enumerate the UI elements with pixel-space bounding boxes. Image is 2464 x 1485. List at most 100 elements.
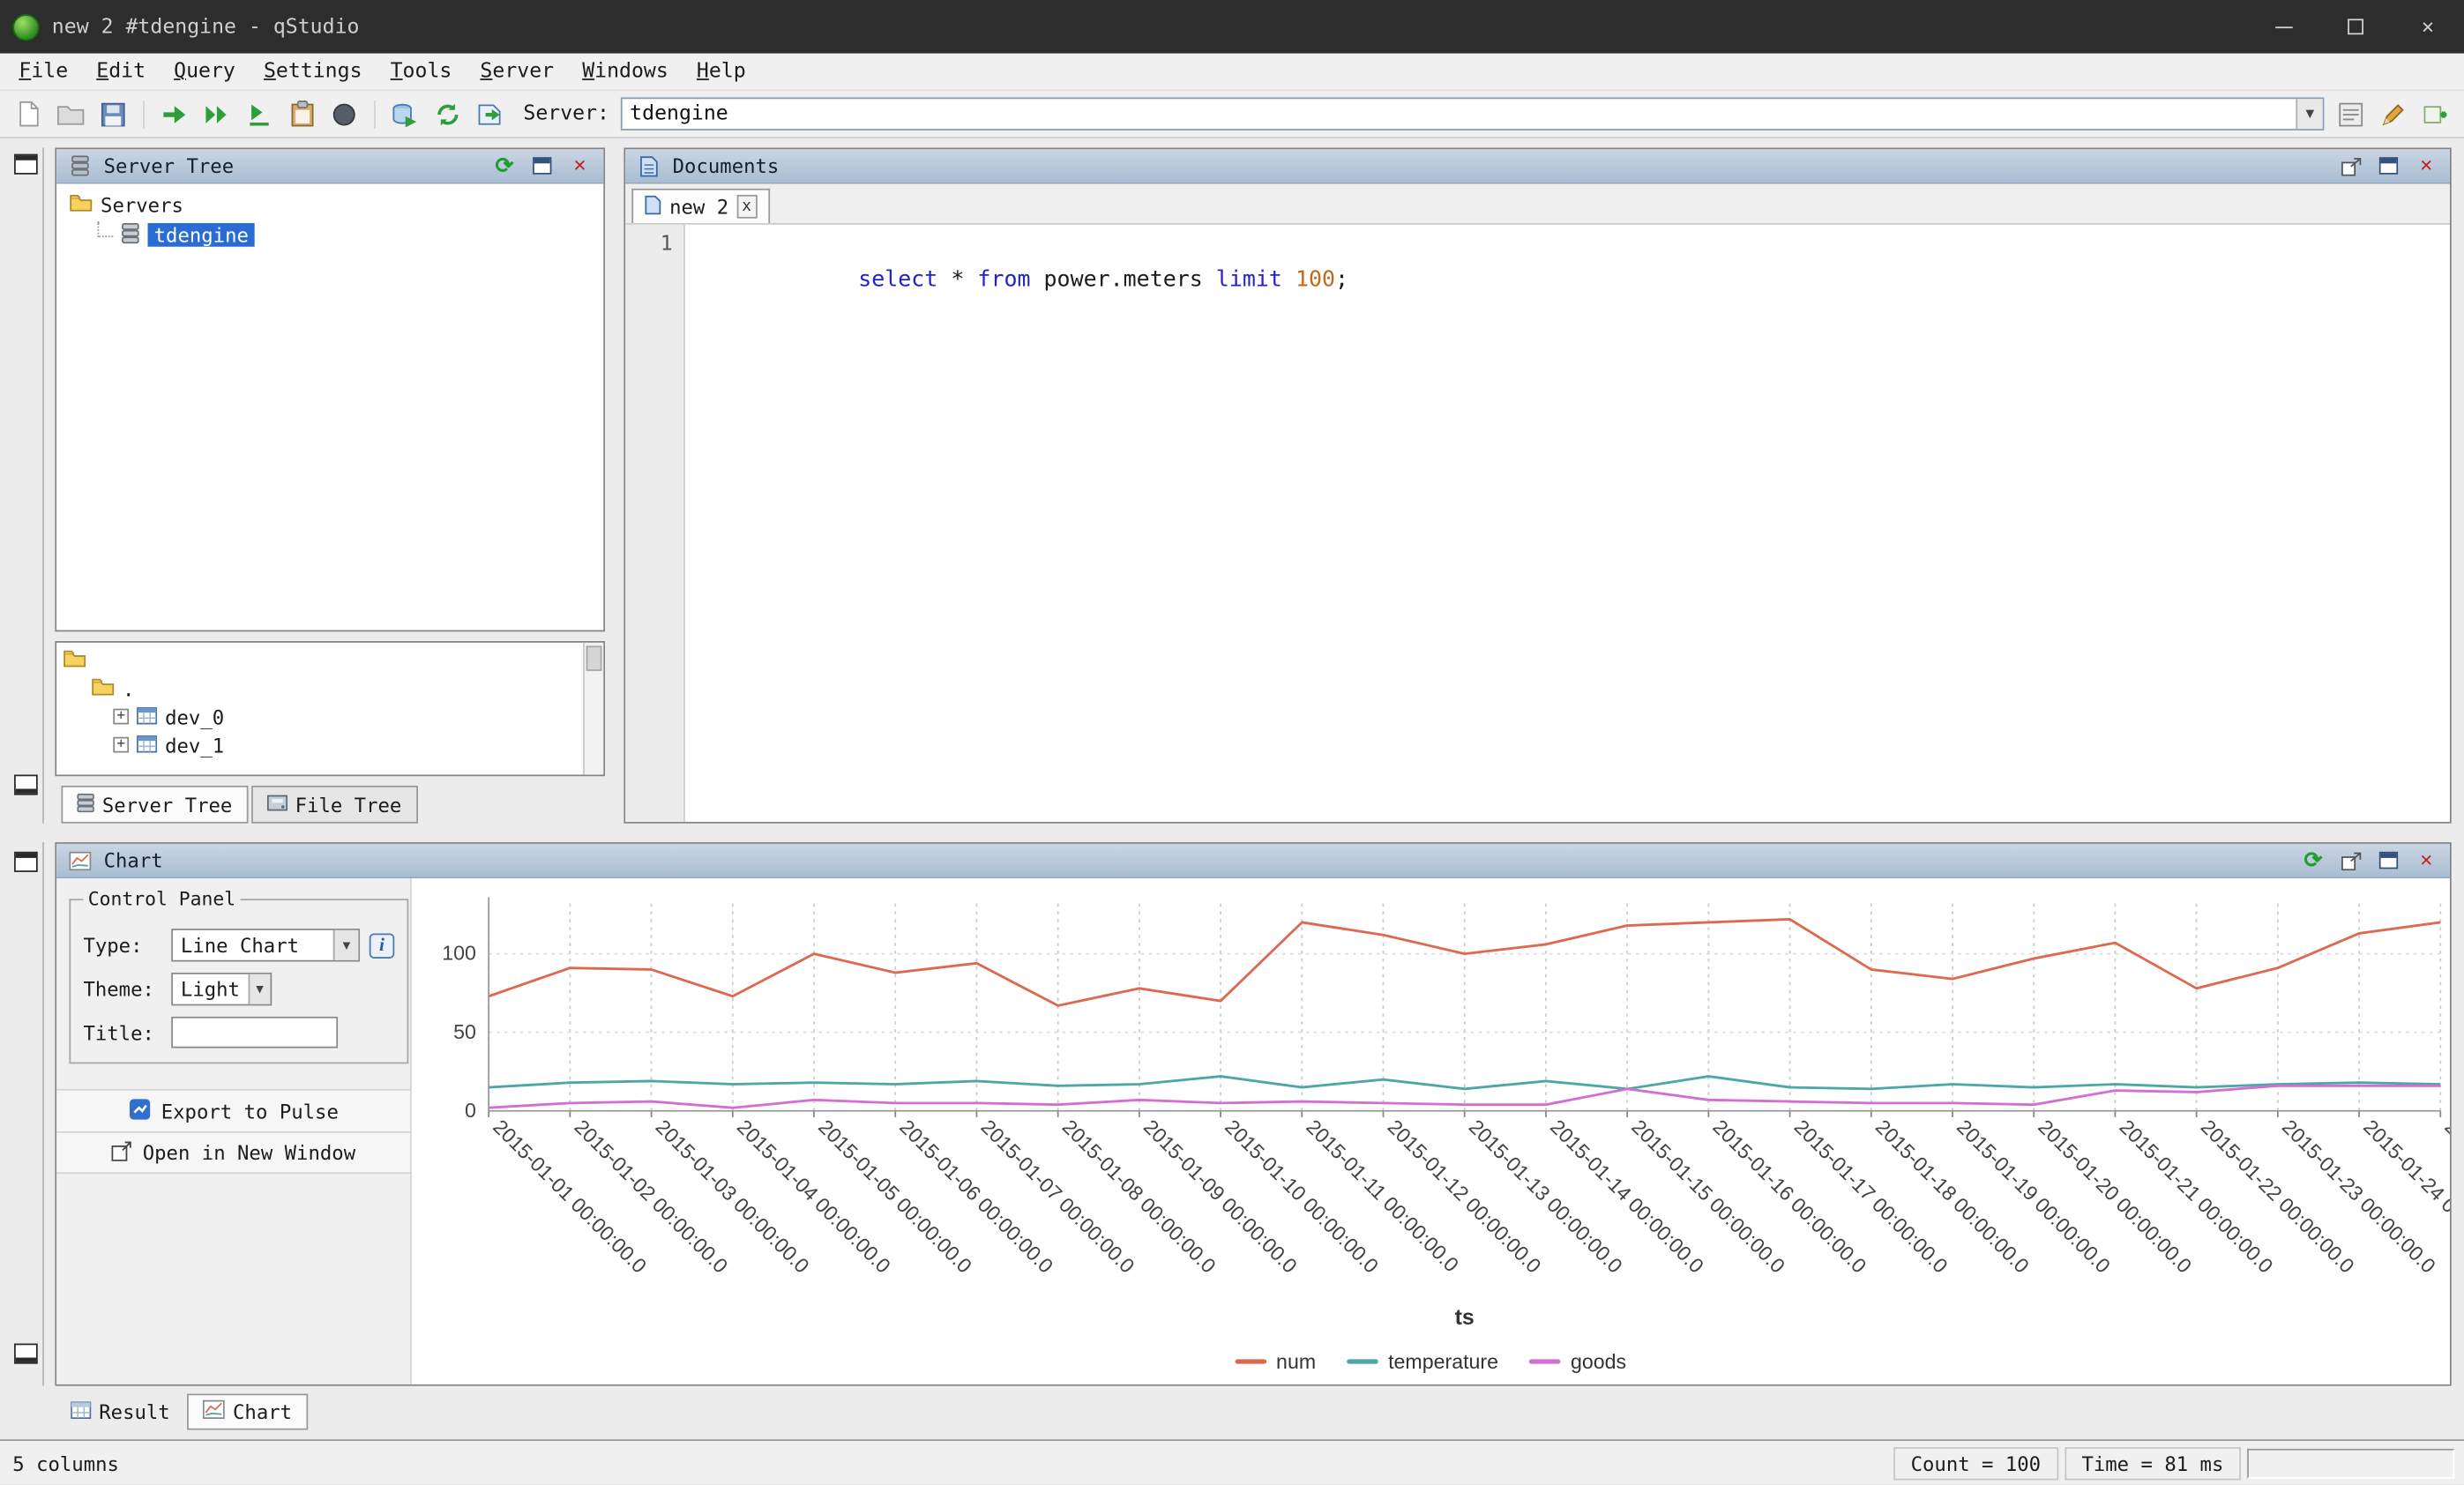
scrollbar[interactable] <box>583 643 603 775</box>
server-combo[interactable]: ▼ <box>620 97 2324 130</box>
chart-title-label: Title: <box>83 1020 161 1044</box>
menu-settings[interactable]: Settings <box>251 56 375 86</box>
menu-windows[interactable]: Windows <box>570 56 681 86</box>
control-panel-legend: Control Panel <box>83 888 240 910</box>
chart-svg[interactable]: 2015-01-01 00:00:00.02015-01-02 00:00:00… <box>416 884 2450 1343</box>
documents-header: Documents ✕ <box>625 149 2450 183</box>
legend-item-temperature[interactable]: temperature <box>1348 1349 1498 1373</box>
file-tree-tab-icon <box>267 793 287 817</box>
menu-server[interactable]: Server <box>467 56 566 86</box>
dock-window-icon[interactable] <box>14 852 38 872</box>
popout-icon[interactable] <box>2337 847 2365 873</box>
legend-swatch <box>1530 1358 1562 1362</box>
svg-text:2015-01-15 00:00:00.0: 2015-01-15 00:00:00.0 <box>1627 1116 1789 1278</box>
paste-icon[interactable] <box>286 98 317 130</box>
tab-server-tree[interactable]: Server Tree <box>61 786 248 824</box>
open-in-new-window-button[interactable]: Open in New Window <box>56 1131 410 1174</box>
dock-window-icon[interactable] <box>14 154 38 175</box>
chart-area: 2015-01-01 00:00:00.02015-01-02 00:00:00… <box>412 878 2450 1384</box>
legend-item-num[interactable]: num <box>1236 1349 1316 1373</box>
file-tree-root-row[interactable] <box>63 645 603 674</box>
svg-text:2015-01-04 00:00:00.0: 2015-01-04 00:00:00.0 <box>733 1116 895 1278</box>
document-icon <box>645 194 662 220</box>
export-to-pulse-button[interactable]: Export to Pulse <box>56 1089 410 1131</box>
refresh-icon[interactable]: ⟳ <box>490 153 519 179</box>
chart-title-input[interactable] <box>171 1017 338 1048</box>
file-tree-row-dev0[interactable]: + dev_0 <box>63 703 603 731</box>
sql-line-tokens: select * from power.meters limit 100; <box>858 267 1348 293</box>
toolbar-separator <box>143 100 145 128</box>
expander-icon[interactable]: + <box>113 709 129 725</box>
menu-file[interactable]: File <box>6 56 80 86</box>
menu-edit[interactable]: Edit <box>84 56 158 86</box>
folder-icon <box>69 193 93 217</box>
chart-theme-select[interactable]: Light ▼ <box>171 973 272 1005</box>
minimize-icon <box>2274 26 2292 27</box>
send-to-server-icon[interactable] <box>474 98 506 130</box>
horizontal-splitter[interactable] <box>10 824 2452 842</box>
popout-icon[interactable] <box>2337 153 2365 179</box>
new-file-icon[interactable] <box>12 98 44 130</box>
status-time: Time = 81 ms <box>2065 1446 2241 1479</box>
file-tree-dot-row[interactable]: . <box>63 674 603 702</box>
edit-icon[interactable] <box>2378 98 2409 130</box>
chart-panel-icon <box>66 847 94 873</box>
menubar: File Edit Query Settings Tools Server Wi… <box>0 54 2464 92</box>
maximize-panel-icon[interactable] <box>2374 847 2402 873</box>
sql-notes-icon[interactable] <box>2335 98 2367 130</box>
close-panel-icon[interactable]: ✕ <box>2412 847 2440 873</box>
run-query-icon[interactable] <box>159 98 190 130</box>
menu-help[interactable]: Help <box>684 56 758 86</box>
server-combo-input[interactable] <box>622 99 2296 129</box>
vertical-splitter[interactable] <box>605 147 623 823</box>
chevron-down-icon: ▼ <box>248 974 271 1004</box>
file-tree-row-dev1[interactable]: + dev_1 <box>63 731 603 759</box>
selected-server-label[interactable]: tdengine <box>147 223 255 247</box>
legend-item-goods[interactable]: goods <box>1530 1349 1626 1373</box>
svg-text:100: 100 <box>442 942 476 965</box>
server-tree-panel: Server Tree ⟳ ✕ Servers <box>55 147 605 631</box>
pulse-icon <box>128 1098 150 1124</box>
dock-window-icon[interactable] <box>14 774 38 795</box>
refresh-icon[interactable]: ⟳ <box>2299 847 2327 873</box>
maximize-button[interactable] <box>2319 0 2392 54</box>
run-script-icon[interactable] <box>390 98 422 130</box>
left-dock-strip <box>10 147 44 823</box>
minimize-button[interactable] <box>2247 0 2319 54</box>
menu-tools[interactable]: Tools <box>377 56 464 86</box>
chart-type-select[interactable]: Line Chart ▼ <box>171 929 360 961</box>
maximize-panel-icon[interactable] <box>528 153 556 179</box>
server-icon <box>121 222 139 248</box>
close-button[interactable]: ✕ <box>2392 0 2464 54</box>
status-progress-area <box>2247 1448 2454 1478</box>
info-icon[interactable]: i <box>370 933 395 959</box>
open-file-icon[interactable] <box>55 98 86 130</box>
sql-editor[interactable]: 1 select * from power.meters limit 100; <box>625 225 2450 822</box>
tree-node-tdengine[interactable]: tdengine <box>60 220 601 250</box>
server-combo-arrow-icon[interactable]: ▼ <box>2296 99 2322 129</box>
close-panel-icon[interactable]: ✕ <box>2412 153 2440 179</box>
close-panel-icon[interactable]: ✕ <box>565 153 594 179</box>
refresh-server-icon[interactable] <box>432 98 464 130</box>
dock-window-icon[interactable] <box>14 1344 38 1364</box>
add-server-icon[interactable] <box>2420 98 2452 130</box>
tab-result[interactable]: Result <box>56 1394 184 1430</box>
tab-file-tree[interactable]: File Tree <box>251 786 417 824</box>
stop-icon[interactable] <box>328 98 360 130</box>
run-all-icon[interactable] <box>201 98 233 130</box>
maximize-panel-icon[interactable] <box>2374 153 2402 179</box>
menu-query[interactable]: Query <box>161 56 248 86</box>
run-line-icon[interactable] <box>243 98 275 130</box>
document-tab-new2[interactable]: new 2 x <box>631 189 769 223</box>
tab-chart[interactable]: Chart <box>187 1394 308 1430</box>
tab-close-icon[interactable]: x <box>736 195 757 219</box>
save-icon[interactable] <box>97 98 129 130</box>
left-dock-strip-bottom <box>10 842 44 1386</box>
scrollbar-thumb[interactable] <box>586 645 602 671</box>
file-tree-preview-panel: . + dev_0 + <box>55 641 605 776</box>
expander-icon[interactable]: + <box>113 737 129 753</box>
sql-code-area[interactable]: select * from power.meters limit 100; <box>685 225 2450 822</box>
svg-text:2015-01-08 00:00:00.0: 2015-01-08 00:00:00.0 <box>1058 1116 1221 1278</box>
chart-legend: num temperature goods <box>416 1344 2445 1378</box>
tree-node-servers[interactable]: Servers <box>60 190 601 220</box>
